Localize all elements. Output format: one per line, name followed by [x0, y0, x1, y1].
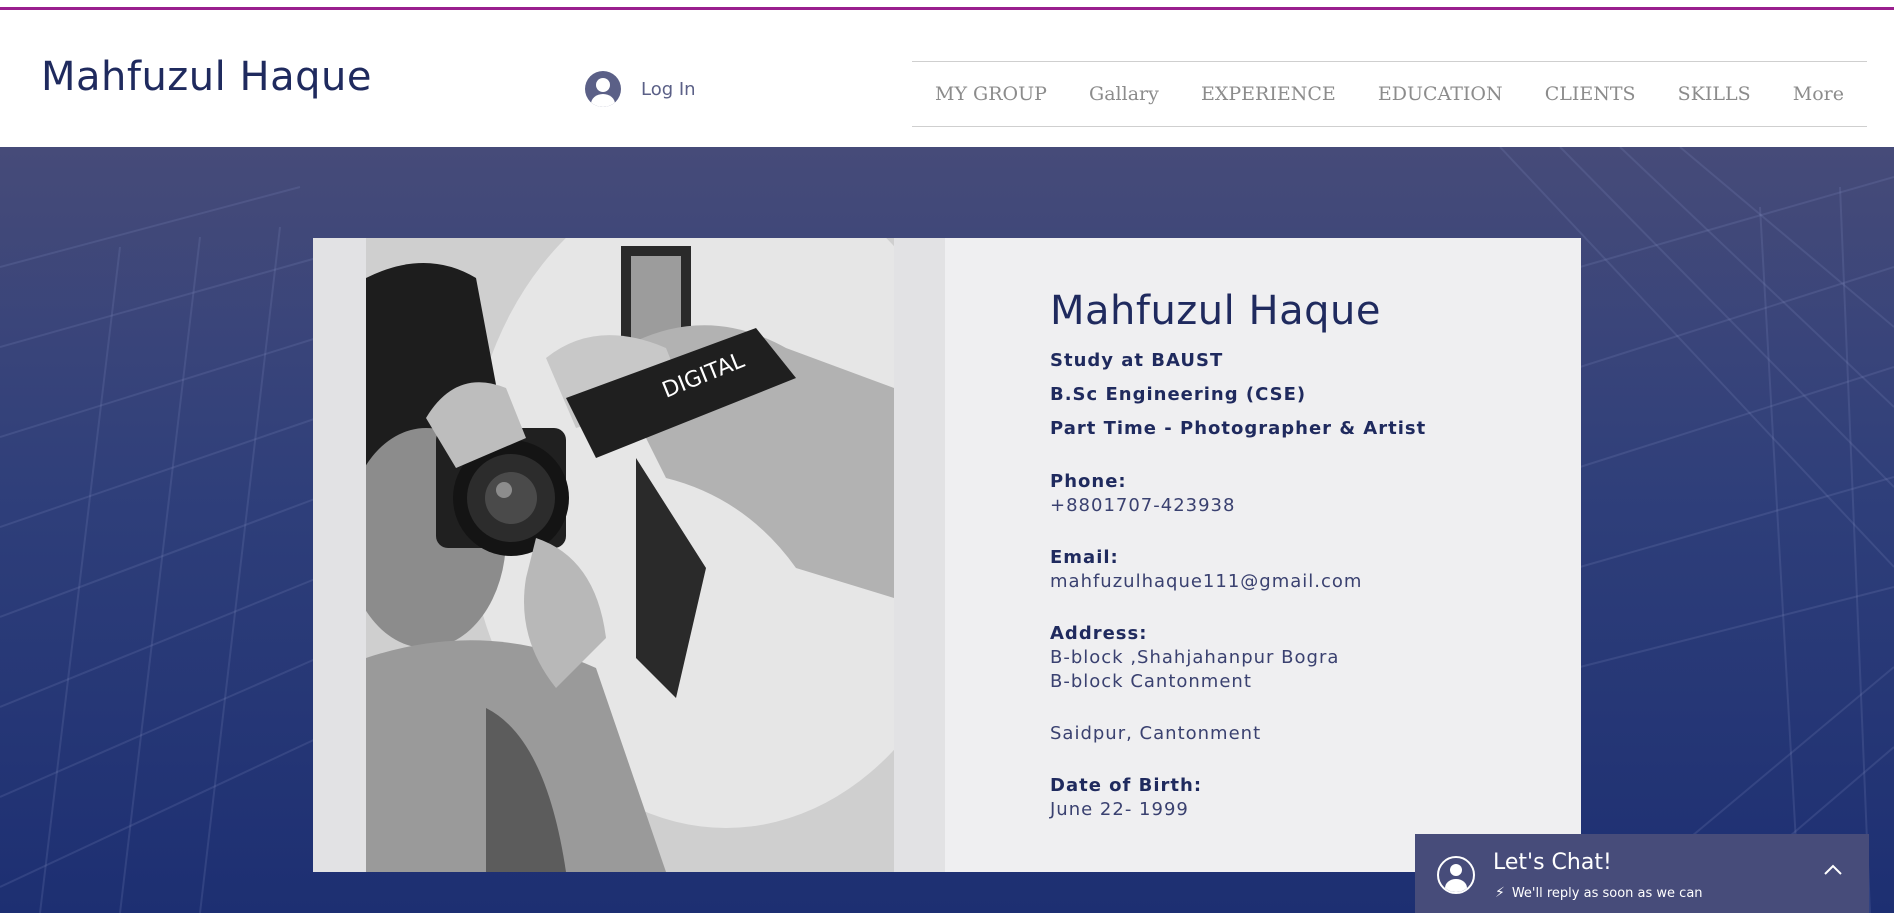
- site-title[interactable]: Mahfuzul Haque: [41, 54, 372, 100]
- chat-widget[interactable]: Let's Chat! ⚡ We'll reply as soon as we …: [1415, 834, 1869, 913]
- profile-photo: DIGITAL: [366, 238, 894, 872]
- site-header: Mahfuzul Haque Log In MY GROUP Gallary E…: [0, 10, 1894, 147]
- chat-avatar-icon: [1437, 856, 1475, 894]
- nav-item-skills[interactable]: SKILLS: [1678, 83, 1751, 105]
- profile-name: Mahfuzul Haque: [1050, 288, 1381, 334]
- nav-item-education[interactable]: EDUCATION: [1378, 83, 1503, 105]
- chevron-up-icon[interactable]: [1821, 858, 1845, 882]
- nav-item-clients[interactable]: CLIENTS: [1545, 83, 1636, 105]
- chat-title: Let's Chat!: [1493, 850, 1612, 875]
- nav-item-experience[interactable]: EXPERIENCE: [1201, 83, 1336, 105]
- chat-subtitle: ⚡ We'll reply as soon as we can: [1495, 885, 1703, 901]
- address-label: Address:: [1050, 623, 1148, 644]
- email-label: Email:: [1050, 547, 1119, 568]
- dob-value: June 22- 1999: [1050, 799, 1189, 820]
- address-line-3: Saidpur, Cantonment: [1050, 723, 1262, 744]
- email-value[interactable]: mahfuzulhaque111@gmail.com: [1050, 570, 1426, 594]
- nav-item-my-group[interactable]: MY GROUP: [935, 83, 1047, 105]
- lightning-icon: ⚡: [1495, 885, 1505, 901]
- profile-info: Mahfuzul Haque Study at BAUST B.Sc Engin…: [1050, 288, 1426, 822]
- login-label: Log In: [641, 78, 696, 100]
- nav-item-more[interactable]: More: [1793, 83, 1844, 105]
- nav-item-gallary[interactable]: Gallary: [1089, 83, 1159, 105]
- profile-degree: B.Sc Engineering (CSE): [1050, 384, 1307, 405]
- phone-value[interactable]: +8801707-423938: [1050, 494, 1426, 518]
- address-line-1: B-block ,Shahjahanpur Bogra: [1050, 647, 1340, 668]
- dob-label: Date of Birth:: [1050, 775, 1203, 796]
- profile-part-time: Part Time - Photographer & Artist: [1050, 418, 1427, 439]
- photographer-with-camera-image: DIGITAL: [366, 238, 894, 872]
- user-avatar-icon: [585, 71, 621, 107]
- login-button[interactable]: Log In: [585, 69, 696, 109]
- profile-study: Study at BAUST: [1050, 350, 1224, 371]
- phone-label: Phone:: [1050, 471, 1127, 492]
- main-nav: MY GROUP Gallary EXPERIENCE EDUCATION CL…: [912, 61, 1867, 127]
- chat-subtitle-text: We'll reply as soon as we can: [1511, 885, 1703, 901]
- address-line-2: B-block Cantonment: [1050, 671, 1252, 692]
